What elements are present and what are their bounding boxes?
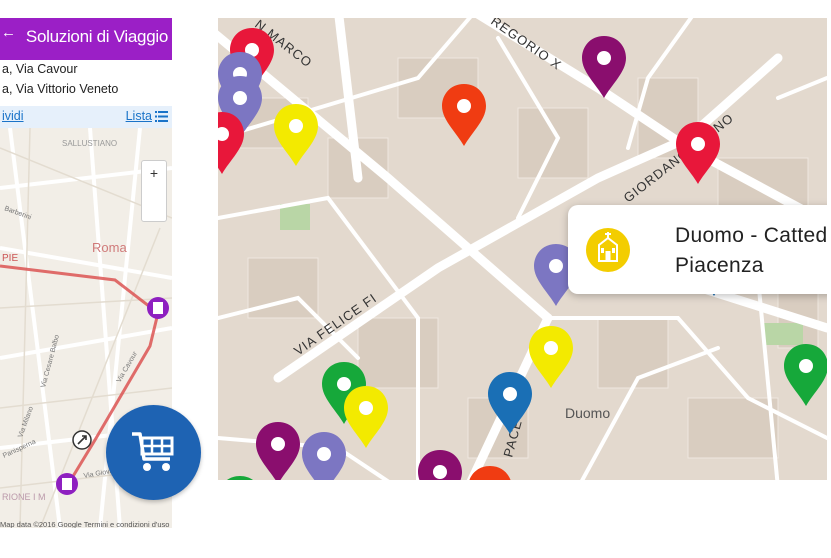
list-link-label: Lista [125,109,152,123]
zoom-control: + [141,160,167,222]
church-icon [586,228,630,272]
popup-place-name: Duomo - Cattedrale di Piacenza [675,224,827,277]
map-label-roma: Roma [92,240,127,255]
city-map[interactable]: N MARCO REGORIO X GIORDANO BRUNO VIA FEL… [218,18,827,480]
map-label-sallustiano: SALLUSTIANO [62,139,117,148]
app-header: ← Soluzioni di Viaggio [0,18,172,60]
back-arrow-icon[interactable]: ← [1,24,16,41]
list-view-link[interactable]: Lista [126,109,168,123]
shopping-cart-icon [132,432,174,471]
map-label-rione: RIONE I M [2,492,46,502]
cart-button[interactable] [106,405,201,500]
origin-address: a, Via Cavour [2,62,78,76]
list-icon [155,110,168,122]
place-label-duomo: Duomo [565,405,610,421]
place-popup[interactable]: Duomo - Cattedrale di Piacenza [568,205,827,294]
bus-stop-marker-bottom [56,473,78,495]
map-label-pie: PIE [2,253,18,264]
route-addresses: a, Via Cavour a, Via Vittorio Veneto [0,60,172,106]
map-credits: Map data ©2016 Google Termini e condizio… [0,520,170,528]
zoom-in-button[interactable]: + [142,165,166,181]
page-title: Soluzioni di Viaggio [25,27,168,46]
bus-stop-marker-top [147,297,169,319]
share-link[interactable]: ividi [2,109,24,123]
destination-address: a, Via Vittorio Veneto [2,82,119,96]
action-bar: ividi Lista [0,106,172,128]
